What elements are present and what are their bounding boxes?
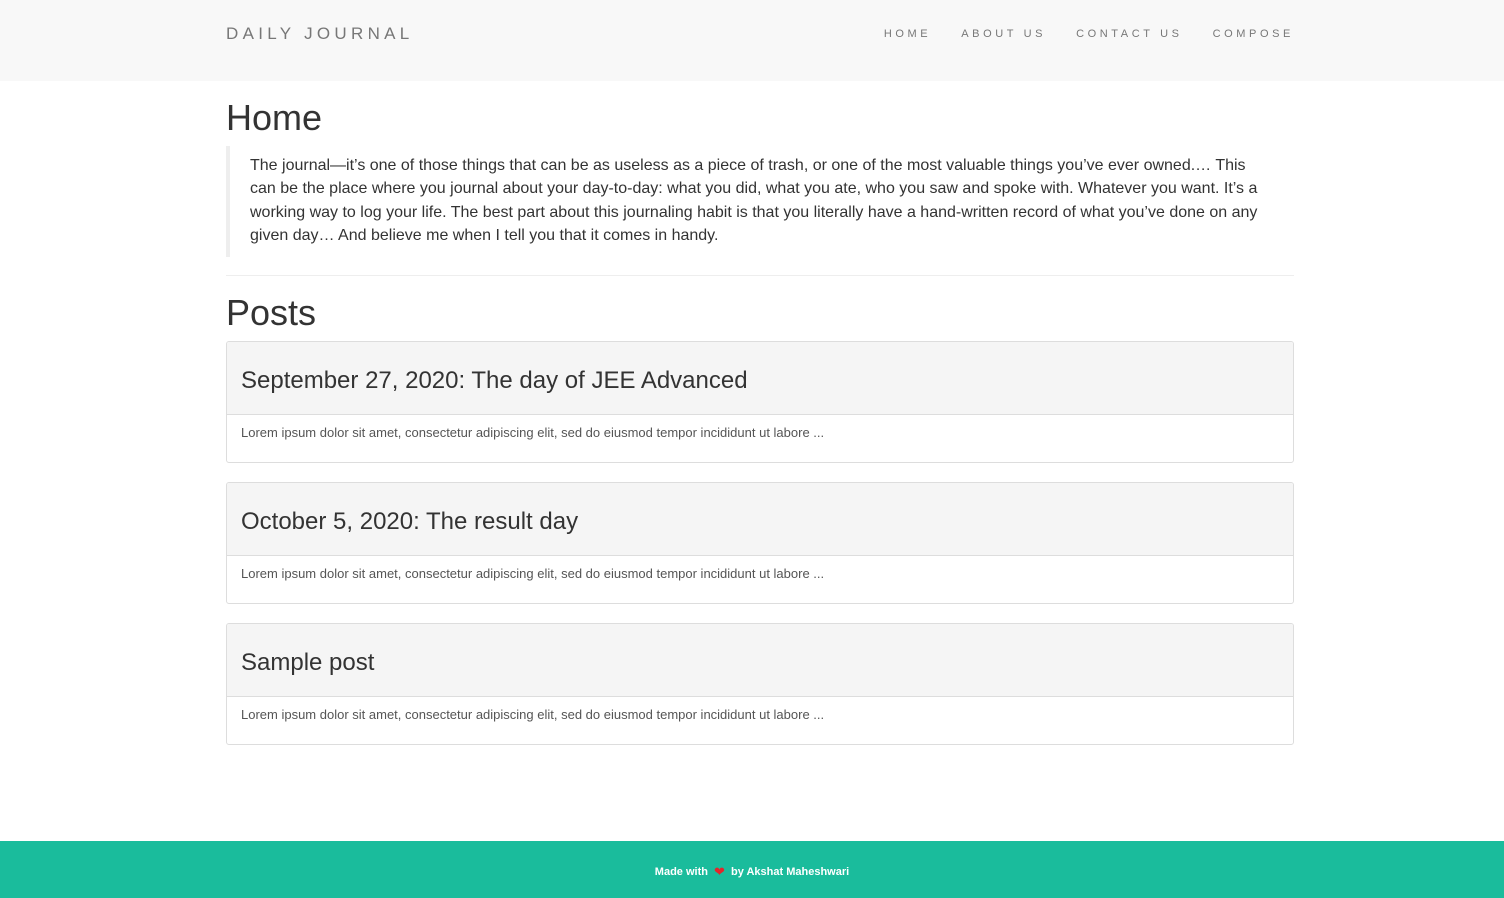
post-title-link[interactable]: September 27, 2020: The day of JEE Advan…: [241, 366, 748, 396]
post-card-heading: September 27, 2020: The day of JEE Advan…: [227, 341, 1293, 415]
intro-blockquote: The journal—it’s one of those things tha…: [226, 146, 1294, 257]
posts-list: September 27, 2020: The day of JEE Advan…: [226, 340, 1294, 745]
post-card-heading: October 5, 2020: The result day: [227, 482, 1293, 556]
posts-heading: Posts: [226, 291, 317, 333]
nav-item-home: HOME: [854, 28, 931, 40]
brand-logo-link[interactable]: DAILY JOURNAL: [226, 24, 414, 44]
heart-icon: ❤: [714, 864, 725, 879]
post-title-link[interactable]: Sample post: [241, 648, 374, 678]
post-excerpt: Lorem ipsum dolor sit amet, consectetur …: [241, 424, 825, 440]
main-container: Home The journal—it’s one of those thing…: [226, 81, 1294, 764]
post-excerpt: Lorem ipsum dolor sit amet, consectetur …: [241, 565, 825, 581]
nav-link-contact-us[interactable]: CONTACT US: [1046, 28, 1183, 40]
page-title: Home: [226, 97, 323, 138]
post-title-link[interactable]: October 5, 2020: The result day: [241, 507, 578, 537]
nav-item-contact: CONTACT US: [1046, 28, 1183, 40]
post-card: October 5, 2020: The result day Lorem ip…: [226, 481, 1294, 604]
post-excerpt: Lorem ipsum dolor sit amet, consectetur …: [241, 706, 825, 722]
nav-link-home[interactable]: HOME: [854, 28, 931, 40]
post-card: Sample post Lorem ipsum dolor sit amet, …: [226, 622, 1294, 745]
footer-author-text: by Akshat Maheshwari: [731, 866, 850, 878]
footer-made-with-text: Made with: [654, 866, 708, 878]
footer: Made with ❤ by Akshat Maheshwari: [0, 841, 1504, 898]
nav-item-about: ABOUT US: [931, 28, 1046, 40]
nav-link-about-us[interactable]: ABOUT US: [931, 28, 1046, 40]
nav-item-compose: COMPOSE: [1183, 28, 1294, 40]
section-divider: [226, 274, 1294, 276]
nav-link-compose[interactable]: COMPOSE: [1183, 28, 1294, 40]
post-card: September 27, 2020: The day of JEE Advan…: [226, 340, 1294, 463]
nav-menu: HOME ABOUT US CONTACT US COMPOSE: [854, 28, 1294, 40]
top-navbar: DAILY JOURNAL HOME ABOUT US CONTACT US C…: [0, 0, 1504, 81]
post-card-heading: Sample post: [227, 623, 1293, 697]
